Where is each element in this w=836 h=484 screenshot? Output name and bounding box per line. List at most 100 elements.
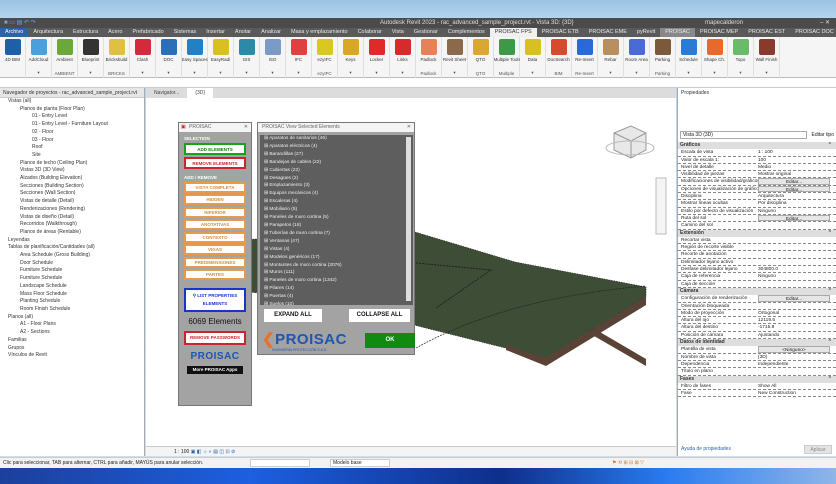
property-value[interactable] xyxy=(758,259,836,265)
ribbon-tool[interactable]: DocSearch BIM xyxy=(546,37,572,78)
ribbon-tool[interactable]: Ambient AMBIENT xyxy=(52,37,78,78)
option-button[interactable]: VISTA COMPLETA xyxy=(184,181,246,193)
tab-3[interactable]: Acero xyxy=(103,28,127,37)
property-value[interactable]: Arquitectura xyxy=(758,193,836,199)
tab-7[interactable]: Anotar xyxy=(230,28,256,37)
property-value[interactable]: 304800.0 xyxy=(758,266,836,272)
ribbon-tool[interactable]: 4D BIM xyxy=(0,37,26,78)
browser-item[interactable]: Mass Floor Schedule xyxy=(0,291,144,299)
ribbon-tool[interactable]: Data ▾ xyxy=(520,37,546,78)
collapse-icon[interactable]: ⌃ xyxy=(828,339,832,346)
property-value[interactable]: {3D} xyxy=(758,354,836,360)
tab-20[interactable]: PROISAC EST xyxy=(743,28,790,37)
property-value[interactable]: <Ninguno> xyxy=(758,346,830,353)
ribbon-tool[interactable]: Re-Insert Re-Insert xyxy=(572,37,598,78)
browser-item[interactable]: Recorridos (Walkthrough) xyxy=(0,221,144,229)
category-item[interactable]: ⊞ Suelos (10) xyxy=(260,301,413,305)
browser-item[interactable]: Vínculos de Revit xyxy=(0,352,144,360)
category-item[interactable]: ⊞ Paneles de muro cortina (5) xyxy=(260,214,413,222)
category-item[interactable]: ⊞ Puertas (4) xyxy=(260,293,413,301)
type-selector[interactable]: Vista 3D (3D) xyxy=(680,131,808,139)
property-category[interactable]: Cámara ⌃ xyxy=(678,287,836,296)
property-value[interactable]: Ninguno xyxy=(758,208,836,214)
tab-18[interactable]: PROISAC xyxy=(660,28,696,37)
tab-14[interactable]: PROISAC FPS xyxy=(489,28,537,37)
browser-item[interactable]: Landscape Schedule xyxy=(0,283,144,291)
ribbon-tool[interactable]: Keys ▾ xyxy=(338,37,364,78)
list-properties-button[interactable]: ⚲ LIST PROPERTIES ELEMENTS xyxy=(184,288,246,312)
ribbon-tool[interactable]: Multiple Tools Multiple xyxy=(494,37,520,78)
add-elements-button[interactable]: ADD ELEMENTS xyxy=(184,143,246,155)
browser-item[interactable]: Planos (all) xyxy=(0,314,144,322)
collapse-all-button[interactable]: COLLAPSE ALL xyxy=(349,309,410,322)
property-value[interactable]: Show All xyxy=(758,383,836,389)
browser-item[interactable]: 01 - Entry Level - Furniture Layout xyxy=(0,121,144,129)
browser-item[interactable]: Site xyxy=(0,152,144,160)
category-item[interactable]: ⊞ Desagües (2) xyxy=(260,175,413,183)
ribbon-tool[interactable]: Room Area ▾ xyxy=(624,37,650,78)
tab-0[interactable]: Archivo xyxy=(0,28,29,37)
property-category[interactable]: Gráficos ⌃ xyxy=(678,142,836,150)
collapse-icon[interactable]: ⌃ xyxy=(828,142,832,149)
option-button[interactable]: PREDIMENSIONES xyxy=(184,256,246,268)
property-value[interactable]: Medio xyxy=(758,164,836,170)
option-button[interactable]: HIDDEN xyxy=(184,194,246,205)
view-scale[interactable]: 1 : 100 xyxy=(174,449,189,455)
window-controls[interactable]: – ✕ xyxy=(820,18,830,28)
expand-all-button[interactable]: EXPAND ALL xyxy=(264,309,322,322)
property-value[interactable] xyxy=(758,368,836,374)
user-name[interactable]: mapecalderon xyxy=(705,18,743,28)
browser-item[interactable]: Room Finish Schedule xyxy=(0,306,144,314)
tab-1[interactable]: Arquitectura xyxy=(28,28,68,37)
browser-item[interactable]: Alzados (Building Elevation) xyxy=(0,175,144,183)
design-option-field[interactable]: Modelo base xyxy=(330,459,390,467)
property-value[interactable] xyxy=(758,244,836,250)
property-value[interactable]: Ortogonal xyxy=(758,310,836,316)
tab-8[interactable]: Analizar xyxy=(256,28,286,37)
property-value[interactable]: New Construction xyxy=(758,390,836,396)
tab-2[interactable]: Estructura xyxy=(68,28,103,37)
tab-21[interactable]: PROISAC DOC xyxy=(790,28,836,37)
close-icon[interactable]: ✕ xyxy=(244,123,248,132)
remove-elements-button[interactable]: REMOVE ELEMENTS xyxy=(184,157,246,169)
category-item[interactable]: ⊞ Escaleras (4) xyxy=(260,198,413,206)
tab-12[interactable]: Gestionar xyxy=(409,28,443,37)
workset-field[interactable] xyxy=(250,459,310,467)
category-item[interactable]: ⊞ Cubiertas (22) xyxy=(260,167,413,175)
ribbon-tool[interactable]: ISO ▾ xyxy=(260,37,286,78)
browser-item[interactable]: Area Schedule (Gross Building) xyxy=(0,252,144,260)
category-item[interactable]: ⊞ Paneles de muro cortina (1342) xyxy=(260,277,413,285)
property-value[interactable]: Mostrar original xyxy=(758,171,836,177)
property-value[interactable]: 100 xyxy=(758,157,836,163)
ribbon-tool[interactable]: Topo ▾ xyxy=(728,37,754,78)
ribbon-tool[interactable]: IFC ▾ xyxy=(286,37,312,78)
option-button[interactable]: PARTES xyxy=(184,269,246,280)
ribbon-tool[interactable]: Blueprint ▾ xyxy=(78,37,104,78)
category-item[interactable]: ⊞ Modelos genéricos (17) xyxy=(260,254,413,262)
property-value[interactable]: 1 : 100 xyxy=(758,149,836,155)
property-value[interactable]: 12119.5 xyxy=(758,317,836,323)
tab-6[interactable]: Insertar xyxy=(201,28,230,37)
property-value[interactable] xyxy=(758,222,836,228)
ribbon-tool[interactable]: Bricksbuild BRICKS xyxy=(104,37,130,78)
browser-item[interactable]: Planos de planta (Floor Plan) xyxy=(0,106,144,114)
tab-5[interactable]: Sistemas xyxy=(169,28,202,37)
close-icon[interactable]: ✕ xyxy=(407,123,411,132)
category-tree[interactable]: ⊞ Aparatos de sanitarios (46) ⊞ Aparatos … xyxy=(260,135,413,305)
option-button[interactable]: CONTEXTO xyxy=(184,231,246,243)
property-value[interactable]: Por disciplina xyxy=(758,200,836,206)
property-value[interactable] xyxy=(758,281,836,287)
browser-item[interactable]: Vistas (all) xyxy=(0,98,144,106)
ribbon-tool[interactable]: QTO QTO xyxy=(468,37,494,78)
tab-9[interactable]: Masa y emplazamiento xyxy=(286,28,353,37)
ribbon-tool[interactable]: Schedule ▾ xyxy=(676,37,702,78)
apply-button[interactable]: Aplicar xyxy=(804,445,832,454)
collapse-icon[interactable]: ⌃ xyxy=(828,230,832,237)
properties-help-link[interactable]: Ayuda de propiedades xyxy=(681,446,731,452)
navigation-bar[interactable] xyxy=(655,177,667,235)
property-value[interactable]: Editar... xyxy=(758,178,830,185)
property-value[interactable] xyxy=(758,251,836,257)
category-item[interactable]: ⊞ Bandejas de cables (22) xyxy=(260,159,413,167)
viewcube-icon[interactable] xyxy=(605,125,655,159)
category-item[interactable]: ⊞ Vistas (4) xyxy=(260,246,413,254)
